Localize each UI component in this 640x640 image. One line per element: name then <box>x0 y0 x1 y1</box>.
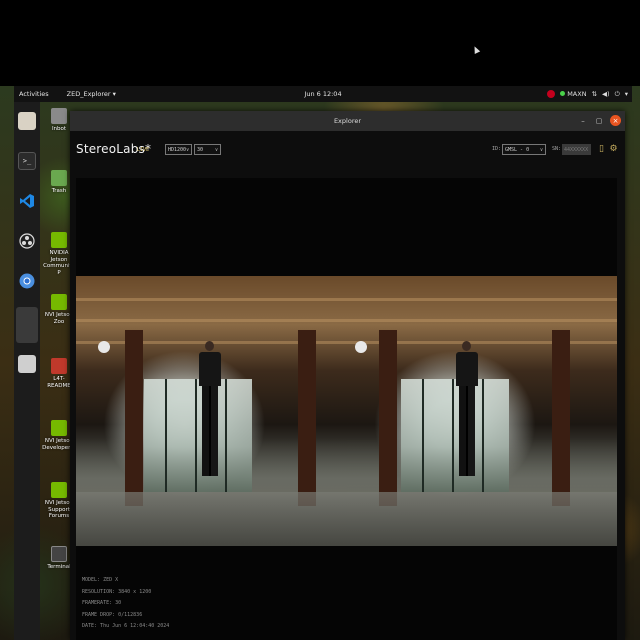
resolution-select[interactable]: HD1200 ∨ <box>165 144 192 155</box>
info-date: DATE: Thu Jun 6 12:04:40 2024 <box>82 623 170 629</box>
desktop-icon-label: Inbot <box>51 126 67 132</box>
window-title: Explorer <box>333 117 362 125</box>
desktop-icon-label: Terminal <box>47 564 71 570</box>
desktop-icon-label: Trash <box>51 188 67 194</box>
close-button[interactable]: × <box>610 115 621 126</box>
app-toolbar: StereoLabs* LIVE HD1200 ∨ 30 ∨ ID: GMSL … <box>70 131 625 166</box>
terminal-icon <box>51 546 67 562</box>
terminal-icon[interactable]: >_ <box>18 152 36 170</box>
nvidia-icon <box>51 232 67 248</box>
files-icon[interactable] <box>18 112 36 130</box>
mouse-cursor <box>471 45 481 54</box>
desktop-icon-label: NVI Jetson Support Forums <box>44 500 74 519</box>
device-id-value: GMSL - 0 <box>505 146 530 153</box>
nvidia-icon <box>51 420 67 436</box>
zed-explorer-dock-icon[interactable] <box>16 307 38 343</box>
fps-select[interactable]: 30 ∨ <box>194 144 221 155</box>
system-tray[interactable]: MAXN ⇅ ◀) ⏻ ▾ <box>547 90 628 99</box>
stereo-viewer[interactable] <box>76 276 617 546</box>
power-mode[interactable]: MAXN <box>560 90 587 98</box>
live-badge: LIVE <box>137 147 150 153</box>
network-icon[interactable]: ⇅ <box>592 90 597 98</box>
desktop-icon-label: NVI Jetson Zoo <box>44 312 74 325</box>
disk-icon[interactable] <box>18 355 36 373</box>
device-id-select[interactable]: GMSL - 0 ∨ <box>502 144 546 155</box>
power-icon[interactable]: ⏻ <box>615 90 620 99</box>
dock: >_ <box>14 102 40 640</box>
screen: { "topbar": { "activities": "Activities"… <box>0 0 640 640</box>
window-titlebar[interactable]: Explorer – ▢ × <box>70 111 625 131</box>
resolution-value: HD1200 <box>168 146 187 153</box>
nvidia-icon[interactable] <box>547 90 556 98</box>
maximize-button[interactable]: ▢ <box>594 117 604 125</box>
nvidia-icon <box>51 294 67 310</box>
serial-field[interactable]: 44XXXXXX <box>562 144 591 155</box>
nvidia-icon <box>51 482 67 498</box>
window-controls: – ▢ × <box>578 115 621 126</box>
obs-icon[interactable] <box>18 232 36 250</box>
left-camera-view <box>76 276 347 546</box>
right-camera-view <box>346 276 617 546</box>
info-framerate: FRAMERATE: 30 <box>82 600 122 606</box>
chevron-down-icon: ∨ <box>186 146 190 153</box>
info-model: MODEL: ZED X <box>82 577 119 583</box>
serial-value: 44XXXXXX <box>564 146 589 153</box>
folder-icon <box>51 358 67 374</box>
info-resolution: RESOLUTION: 3840 x 1200 <box>82 588 152 595</box>
serial-label: SN: <box>552 146 562 152</box>
info-frame-drop: FRAME DROP: 0/112836 <box>82 611 143 618</box>
vscode-icon[interactable] <box>18 192 36 210</box>
desktop-icon-label: L4T-README <box>47 376 71 389</box>
power-mode-label: MAXN <box>567 90 587 98</box>
minimize-button[interactable]: – <box>578 117 588 125</box>
chevron-down-icon: ∨ <box>214 146 218 153</box>
folder-icon <box>51 108 67 124</box>
app-menu[interactable]: ZED_Explorer ▾ <box>67 90 116 98</box>
power-mode-indicator-icon <box>560 91 566 96</box>
activities-button[interactable]: Activities <box>19 90 49 98</box>
fps-value: 30 <box>197 146 204 153</box>
gear-icon[interactable]: ⚙ <box>609 143 618 155</box>
chevron-down-icon: ∨ <box>539 146 543 153</box>
battery-icon[interactable]: ▯ <box>597 143 606 155</box>
device-id-label: ID: <box>492 146 502 152</box>
menu-arrow-icon[interactable]: ▾ <box>625 90 628 98</box>
chromium-icon[interactable] <box>18 272 36 290</box>
trash-icon <box>51 170 67 186</box>
top-bar: Activities ZED_Explorer ▾ Jun 6 12:04 MA… <box>14 86 632 102</box>
volume-icon[interactable]: ◀) <box>602 90 610 98</box>
camera-info: MODEL: ZED X RESOLUTION: 3840 x 1200 FRA… <box>82 575 169 633</box>
clock[interactable]: Jun 6 12:04 <box>304 90 341 98</box>
main-panel: MODEL: ZED X RESOLUTION: 3840 x 1200 FRA… <box>76 178 617 640</box>
explorer-window: Explorer – ▢ × StereoLabs* LIVE HD1200 ∨… <box>70 111 625 640</box>
